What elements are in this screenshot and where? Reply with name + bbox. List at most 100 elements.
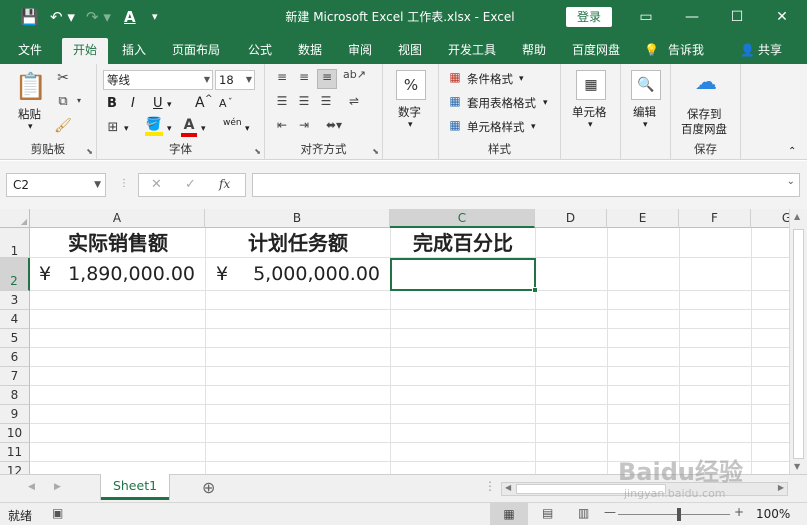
number-format-button[interactable]: 数字 — [398, 104, 421, 120]
redo-icon[interactable]: ↷ ▾ — [86, 7, 111, 27]
share-button[interactable]: 共享 — [752, 38, 788, 64]
column-header-e[interactable]: E — [607, 209, 679, 228]
fill-color-dropdown-icon[interactable]: ▾ — [167, 124, 172, 134]
align-left-icon[interactable]: ☰ — [273, 94, 291, 108]
chevron-down-icon[interactable]: ▼ — [94, 174, 101, 196]
zoom-out-icon[interactable]: — — [604, 505, 616, 519]
split-handle-icon[interactable]: ⋮ — [484, 479, 496, 493]
cut-icon[interactable]: ✂ — [54, 70, 72, 86]
decrease-indent-icon[interactable]: ⇤ — [273, 118, 291, 132]
active-cell-c2[interactable] — [390, 258, 536, 291]
maximize-button[interactable]: ☐ — [725, 5, 749, 29]
fill-handle[interactable] — [532, 287, 538, 293]
italic-button[interactable]: I — [131, 96, 135, 111]
scroll-right-icon[interactable]: ▶ — [778, 483, 784, 492]
grow-font-button[interactable]: A — [195, 95, 205, 111]
cells-button[interactable]: 单元格 — [572, 104, 607, 120]
align-bottom-icon[interactable]: ≡ — [317, 69, 337, 89]
normal-view-icon[interactable]: ▦ — [490, 503, 528, 525]
number-dropdown-icon[interactable]: ▾ — [408, 120, 413, 130]
row-header-5[interactable]: 5 — [0, 329, 30, 348]
tab-home[interactable]: 开始 — [62, 38, 108, 64]
minimize-button[interactable]: — — [680, 5, 704, 29]
cell-c1[interactable]: 完成百分比 — [391, 228, 535, 258]
sheet-prev-icon[interactable]: ◀ — [28, 482, 35, 492]
sheet-tab-sheet1[interactable]: Sheet1 — [101, 474, 169, 500]
macro-record-icon[interactable]: ▣ — [52, 506, 63, 520]
tab-file[interactable]: 文件 — [12, 38, 48, 64]
editing-button[interactable]: 编辑 — [633, 104, 656, 120]
row-header-1[interactable]: 1 — [0, 228, 30, 258]
enter-icon[interactable]: ✓ — [185, 177, 196, 192]
sheet-next-icon[interactable]: ▶ — [54, 482, 61, 492]
save-icon[interactable]: 💾 — [20, 7, 39, 27]
scroll-thumb[interactable] — [793, 229, 804, 459]
dialog-launcher-icon[interactable]: ⬊ — [86, 147, 93, 156]
tab-insert[interactable]: 插入 — [116, 38, 152, 64]
font-size-combo[interactable]: 18 ▼ — [215, 70, 255, 90]
cell-b2[interactable]: ¥ 5,000,000.00 — [206, 259, 390, 290]
row-header-7[interactable]: 7 — [0, 367, 30, 386]
align-right-icon[interactable]: ☰ — [317, 94, 335, 108]
bold-button[interactable]: B — [107, 96, 117, 111]
tab-data[interactable]: 数据 — [292, 38, 328, 64]
shrink-font-button[interactable]: A — [219, 97, 227, 110]
row-header-12[interactable]: 12 — [0, 462, 30, 474]
row-header-11[interactable]: 11 — [0, 443, 30, 462]
editing-dropdown-icon[interactable]: ▾ — [643, 120, 648, 130]
underline-dropdown-icon[interactable]: ▾ — [167, 100, 172, 110]
dialog-launcher-icon[interactable]: ⬊ — [254, 147, 261, 156]
copy-dropdown-icon[interactable]: ▾ — [74, 96, 84, 105]
chevron-down-icon[interactable]: ▾ — [531, 122, 536, 132]
save-to-netdisk-line2[interactable]: 百度网盘 — [681, 121, 727, 137]
wrap-text-icon[interactable]: ⇌ — [343, 94, 365, 108]
phonetic-guide-button[interactable]: wén — [223, 118, 242, 128]
font-color-dropdown-icon[interactable]: ▾ — [201, 124, 206, 134]
ribbon-display-icon[interactable]: ▭ — [634, 5, 658, 29]
tab-help[interactable]: 帮助 — [516, 38, 552, 64]
row-header-2[interactable]: 2 — [0, 258, 30, 291]
page-layout-view-icon[interactable]: ▤ — [542, 506, 553, 520]
cell-styles-button[interactable]: 单元格样式 — [467, 119, 525, 135]
scroll-down-icon[interactable]: ▼ — [794, 462, 800, 471]
undo-icon[interactable]: ↶ ▾ — [50, 7, 75, 27]
row-header-4[interactable]: 4 — [0, 310, 30, 329]
tab-view[interactable]: 视图 — [392, 38, 428, 64]
paste-dropdown-icon[interactable]: ▾ — [28, 122, 33, 132]
zoom-slider[interactable] — [618, 514, 730, 515]
increase-indent-icon[interactable]: ⇥ — [295, 118, 313, 132]
orientation-icon[interactable]: ab↗ — [343, 68, 366, 81]
underline-button[interactable]: U — [153, 96, 163, 111]
paste-icon[interactable]: 📋 — [14, 72, 48, 102]
page-break-view-icon[interactable]: ▥ — [578, 506, 589, 520]
merge-center-icon[interactable]: ⬌▾ — [323, 118, 345, 132]
cells-icon[interactable]: ▦ — [576, 70, 606, 100]
cell-a1[interactable]: 实际销售额 — [31, 228, 205, 258]
column-header-c[interactable]: C — [390, 209, 535, 228]
column-header-b[interactable]: B — [205, 209, 390, 228]
tab-developer[interactable]: 开发工具 — [442, 38, 502, 64]
tab-page-layout[interactable]: 页面布局 — [166, 38, 226, 64]
format-painter-icon[interactable]: 🖌 — [54, 118, 72, 134]
expand-formula-icon[interactable]: ⌄ — [787, 176, 795, 187]
scroll-up-icon[interactable]: ▲ — [794, 212, 800, 221]
search-icon[interactable]: 🔍 — [631, 70, 661, 100]
align-middle-icon[interactable]: ≡ — [295, 70, 313, 84]
add-sheet-icon[interactable]: ⊕ — [202, 478, 215, 497]
cell-b1[interactable]: 计划任务额 — [206, 228, 390, 258]
close-button[interactable]: ✕ — [770, 5, 794, 29]
collapse-ribbon-icon[interactable]: ⌃ — [788, 146, 796, 157]
copy-icon[interactable]: ⧉ — [54, 94, 72, 109]
fill-color-icon[interactable]: 🪣 — [145, 118, 163, 136]
row-header-9[interactable]: 9 — [0, 405, 30, 424]
row-header-8[interactable]: 8 — [0, 386, 30, 405]
customize-icon[interactable]: ▾ — [152, 7, 158, 27]
align-center-icon[interactable]: ☰ — [295, 94, 313, 108]
vertical-scrollbar[interactable]: ▲ ▼ — [789, 209, 807, 474]
column-header-g[interactable]: G — [751, 209, 789, 228]
font-color-icon[interactable]: A — [124, 7, 136, 27]
border-dropdown-icon[interactable]: ▾ — [124, 124, 129, 134]
chevron-down-icon[interactable]: ▾ — [519, 74, 524, 84]
tell-me-search[interactable]: 告诉我 — [662, 38, 710, 64]
format-as-table-button[interactable]: 套用表格格式 — [467, 95, 536, 111]
